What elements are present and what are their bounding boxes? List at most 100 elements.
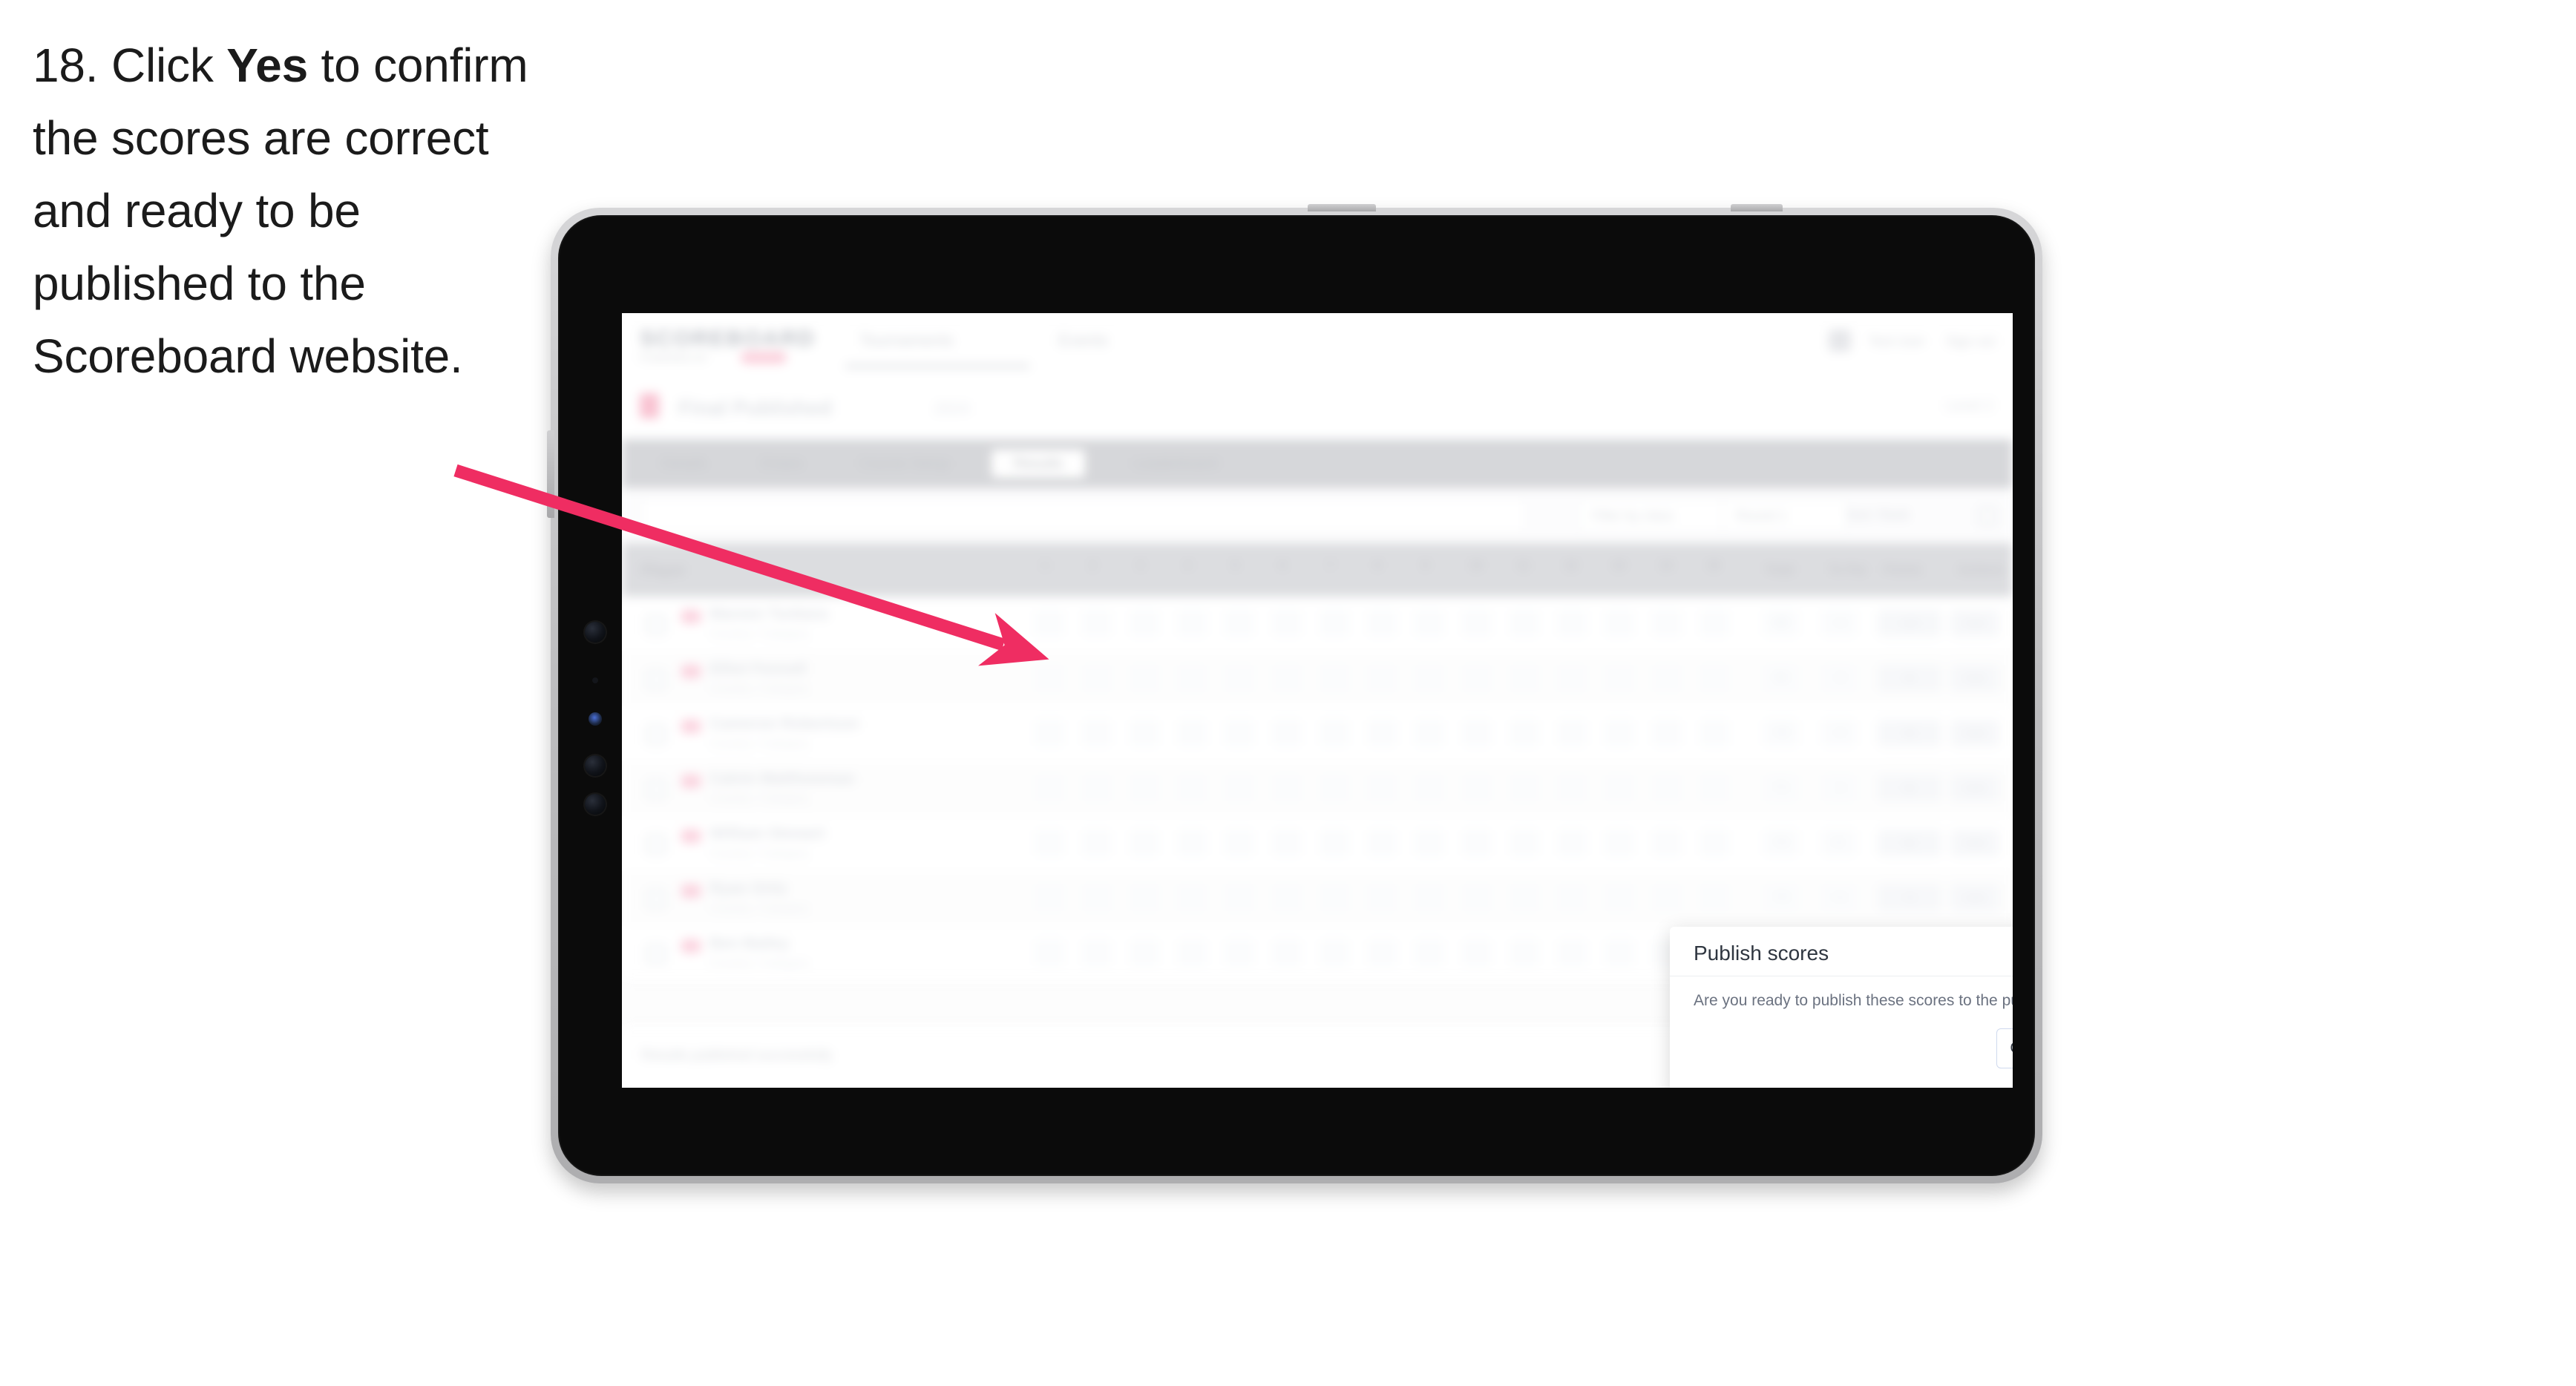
- column-header-points: Points: [1884, 562, 1922, 577]
- player-name: William Stewart: [709, 825, 825, 842]
- tab-leaderboard[interactable]: Leaderboard: [1106, 450, 1245, 478]
- column-header-hole: 6: [1279, 559, 1286, 572]
- row-points: 100: [1878, 610, 1941, 637]
- filter-round-select[interactable]: Round 1: [1722, 499, 1848, 533]
- search-input[interactable]: [641, 499, 1526, 533]
- row-checkbox[interactable]: [646, 834, 666, 855]
- row-points: 80: [1878, 830, 1941, 856]
- row-points: 90: [1878, 720, 1941, 746]
- row-checkbox[interactable]: [646, 614, 666, 635]
- filter-class-select[interactable]: Filter by class: [1578, 499, 1725, 533]
- row-checkbox[interactable]: [646, 944, 666, 965]
- instruction-bold-word: Yes: [226, 39, 308, 92]
- column-header-actions: Actions: [1958, 562, 2005, 577]
- app-screen: SCOREBOARD POWERED BY Tournaments Events…: [622, 313, 2013, 1088]
- player-name: Elliot Fennell: [709, 660, 807, 677]
- row-to-par: E: [1821, 830, 1857, 856]
- instruction-before: Click: [111, 39, 227, 92]
- row-points: 95: [1878, 665, 1941, 692]
- brand-pill-icon: [741, 352, 787, 364]
- country-flag-icon: [681, 665, 701, 678]
- app-logo-subtitle: POWERED BY: [640, 352, 709, 364]
- tab-course-setup[interactable]: Course Setup: [839, 450, 971, 478]
- nav-item-tournaments[interactable]: Tournaments: [859, 331, 954, 350]
- row-action-button[interactable]: Edit: [1950, 830, 1999, 856]
- country-flag-icon: [681, 830, 701, 843]
- row-checkbox[interactable]: [646, 889, 666, 910]
- column-header-hole: 3: [1137, 559, 1144, 572]
- player-sub: Country / Category: [709, 628, 810, 640]
- row-to-par: -4: [1821, 610, 1857, 637]
- user-avatar-icon[interactable]: [1829, 329, 1851, 352]
- tab-results[interactable]: Results: [992, 450, 1085, 478]
- dialog-title: Publish scores: [1694, 942, 1829, 965]
- row-total: 69: [1763, 665, 1799, 692]
- row-action-button[interactable]: Edit: [1950, 775, 1999, 801]
- table-row[interactable]: Calvin Matthewman Country / Category 71 …: [622, 761, 2013, 817]
- column-header-hole: 5: [1232, 559, 1239, 572]
- column-header-hole: 11: [1517, 559, 1530, 572]
- tab-draws[interactable]: Draws: [747, 450, 818, 478]
- table-row[interactable]: Cameron Robertson Country / Category 70 …: [622, 706, 2013, 762]
- flash-icon: [589, 712, 602, 726]
- camera-cluster: [582, 622, 609, 815]
- row-checkbox[interactable]: [646, 669, 666, 690]
- row-checkbox[interactable]: [646, 724, 666, 745]
- row-action-button[interactable]: Edit: [1950, 665, 1999, 692]
- bottom-note: Results published successfully: [641, 1048, 833, 1063]
- settings-icon[interactable]: [1979, 508, 1996, 525]
- tablet-bezel: SCOREBOARD POWERED BY Tournaments Events…: [558, 215, 2035, 1176]
- table-row[interactable]: Elliot Fennell Country / Category 69 -3 …: [622, 651, 2013, 707]
- app-logo[interactable]: SCOREBOARD: [640, 326, 816, 352]
- row-to-par: +1: [1821, 884, 1857, 911]
- tab-details[interactable]: Details: [643, 450, 726, 478]
- nav-item-events[interactable]: Events: [1058, 331, 1108, 350]
- column-header-hole: 15: [1707, 559, 1720, 572]
- row-points: 75: [1878, 884, 1941, 911]
- table-row[interactable]: Mareen Tunkara Country / Category 68 -4 …: [622, 597, 2013, 652]
- cancel-button[interactable]: Cancel: [1996, 1028, 2013, 1068]
- column-header-hole: 4: [1184, 559, 1191, 572]
- table-row[interactable]: William Stewart Country / Category 72 E …: [622, 816, 2013, 872]
- player-name: Cameron Robertson: [709, 715, 859, 732]
- column-header-total: Total: [1765, 562, 1795, 577]
- sign-out-link[interactable]: Sign out: [1946, 334, 1995, 349]
- app-header: SCOREBOARD POWERED BY Tournaments Events…: [622, 313, 2013, 375]
- player-sub: Country / Category: [709, 683, 810, 695]
- page-subtitle: 2024: [934, 399, 970, 418]
- table-header-row: Player 1 2 3 4 5 6 7 8 9 10 11 12 13 14 …: [622, 543, 2013, 597]
- sort-link[interactable]: Sort: Rank: [1846, 508, 1910, 523]
- column-header-hole: 12: [1564, 559, 1578, 572]
- country-flag-icon: [681, 610, 701, 623]
- column-header-to-par: To Par: [1829, 562, 1867, 577]
- column-header-hole: 1: [1042, 559, 1049, 572]
- row-total: 68: [1763, 610, 1799, 637]
- table-row[interactable]: Ryan Ortiz Country / Category 73 +1 75 E…: [622, 871, 2013, 927]
- row-to-par: -3: [1821, 665, 1857, 692]
- row-action-button[interactable]: Edit: [1950, 884, 1999, 911]
- power-button: [1731, 204, 1783, 211]
- row-total: 70: [1763, 720, 1799, 746]
- column-header-hole: 13: [1612, 559, 1625, 572]
- player-name: Mareen Tunkara: [709, 605, 828, 623]
- player-sub: Country / Category: [709, 738, 810, 750]
- country-flag-icon: [681, 884, 701, 898]
- column-header-hole: 10: [1469, 559, 1483, 572]
- tablet-device: SCOREBOARD POWERED BY Tournaments Events…: [547, 204, 2042, 1183]
- row-action-button[interactable]: Edit: [1950, 610, 1999, 637]
- country-flag-icon: [640, 393, 659, 418]
- country-flag-icon: [681, 939, 701, 953]
- row-total: 73: [1763, 884, 1799, 911]
- dialog-actions: Cancel Yes: [1996, 1028, 2013, 1068]
- row-total: 72: [1763, 830, 1799, 856]
- column-header-hole: 2: [1089, 559, 1096, 572]
- player-name: Ryan Ortiz: [709, 880, 788, 897]
- row-checkbox[interactable]: [646, 779, 666, 800]
- row-action-button[interactable]: Edit: [1950, 720, 1999, 746]
- row-points: 85: [1878, 775, 1941, 801]
- column-header-player: Player: [641, 562, 686, 579]
- row-to-par: -1: [1821, 775, 1857, 801]
- camera-lens-icon: [585, 622, 606, 643]
- player-name: Calvin Matthewman: [709, 770, 856, 787]
- publish-scores-dialog: Publish scores Are you ready to publish …: [1670, 927, 2013, 1088]
